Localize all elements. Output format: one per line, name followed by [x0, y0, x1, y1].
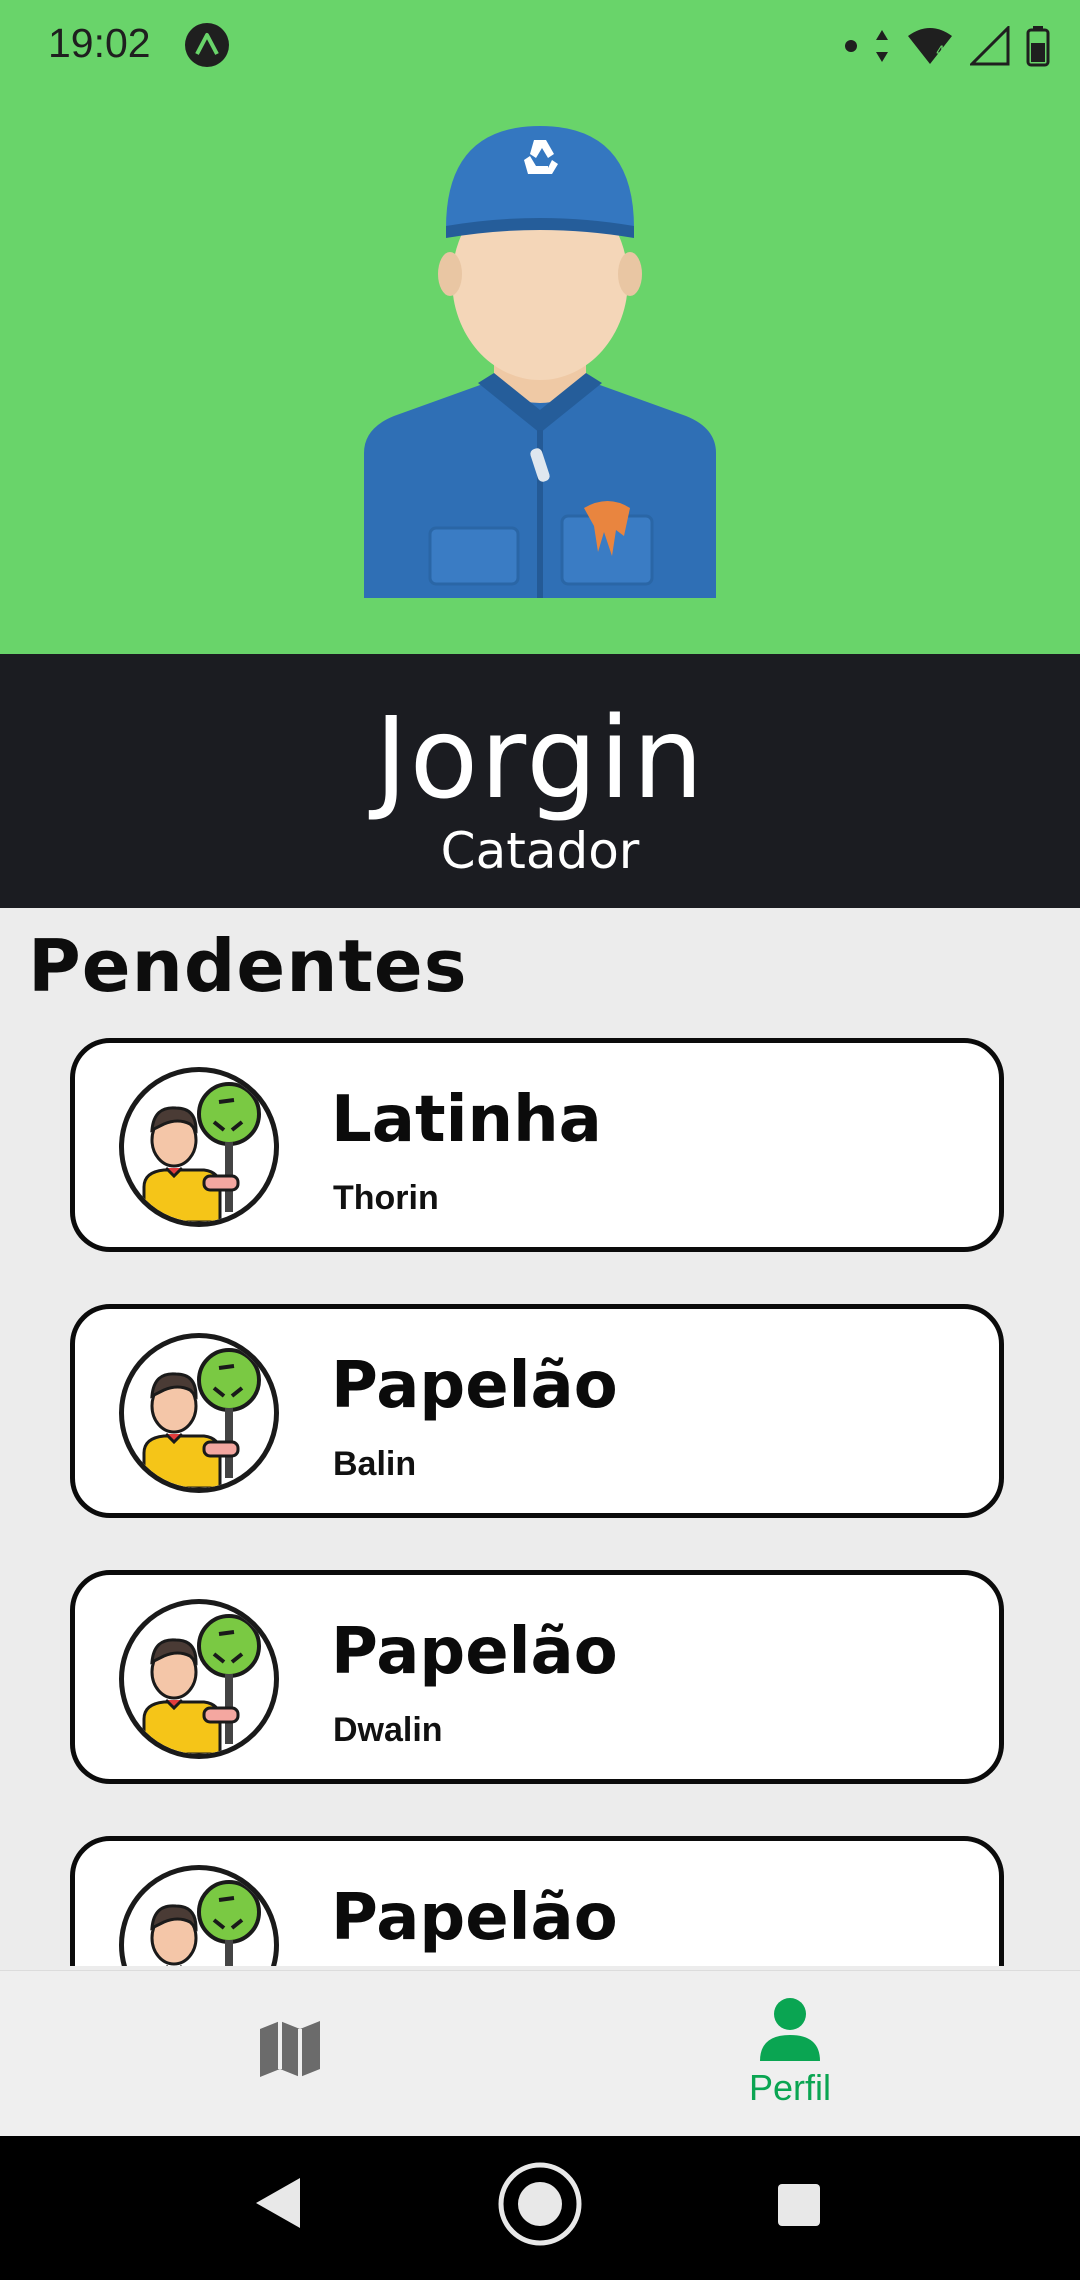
home-icon[interactable] — [496, 2160, 584, 2248]
pending-card[interactable]: Papelão Balin — [70, 1304, 1004, 1518]
profile-avatar — [364, 126, 716, 598]
pending-title: Papelão — [331, 1615, 618, 1689]
section-title: Pendentes — [28, 924, 468, 1008]
profile-name: Jorgin — [374, 694, 706, 824]
cell-signal-icon — [970, 26, 1010, 66]
nav-profile-tab[interactable]: Perfil — [720, 1997, 860, 2121]
pending-title: Papelão — [331, 1881, 618, 1955]
bottom-navigation: Perfil — [0, 1970, 1080, 2137]
nav-map-tab[interactable] — [240, 1999, 340, 2099]
battery-icon — [1026, 26, 1050, 67]
pending-subtitle: Dwalin — [333, 1711, 443, 1749]
pending-card[interactable]: Latinha Thorin — [70, 1038, 1004, 1252]
data-arrows-icon — [876, 30, 888, 62]
recycler-avatar-icon — [119, 1865, 279, 1966]
system-navigation-bar — [0, 2136, 1080, 2280]
pending-subtitle: Balin — [333, 1445, 417, 1483]
recycler-avatar-icon — [119, 1599, 279, 1759]
notification-dot-icon — [845, 40, 857, 52]
status-icons: 4 — [844, 22, 1050, 70]
svg-text:4: 4 — [936, 44, 945, 60]
profile-header: 19:02 4 — [0, 0, 1080, 654]
back-icon[interactable] — [254, 2176, 302, 2230]
recycler-avatar-icon — [119, 1067, 279, 1227]
map-icon — [260, 2021, 320, 2077]
nav-profile-label: Perfil — [748, 2067, 832, 2108]
pending-subtitle: Thorin — [333, 1179, 439, 1217]
pending-card[interactable]: Papelão Dwalin — [70, 1570, 1004, 1784]
pending-title: Latinha — [331, 1083, 602, 1157]
person-icon — [760, 1998, 820, 2061]
wifi-icon: 4 — [908, 28, 952, 64]
status-time: 19:02 — [48, 20, 151, 66]
recycler-avatar-icon — [119, 1333, 279, 1493]
a-logo-icon — [185, 23, 229, 67]
status-bar: 19:02 4 — [0, 0, 1080, 92]
recents-icon[interactable] — [776, 2182, 822, 2228]
pending-title: Papelão — [331, 1349, 618, 1423]
pending-list[interactable]: Latinha Thorin Papelão Balin Papelão Dwa… — [0, 1020, 1080, 1966]
profile-name-band: Jorgin Catador — [0, 654, 1080, 908]
pending-card[interactable]: Papelão — [70, 1836, 1004, 1966]
profile-role: Catador — [440, 822, 640, 880]
